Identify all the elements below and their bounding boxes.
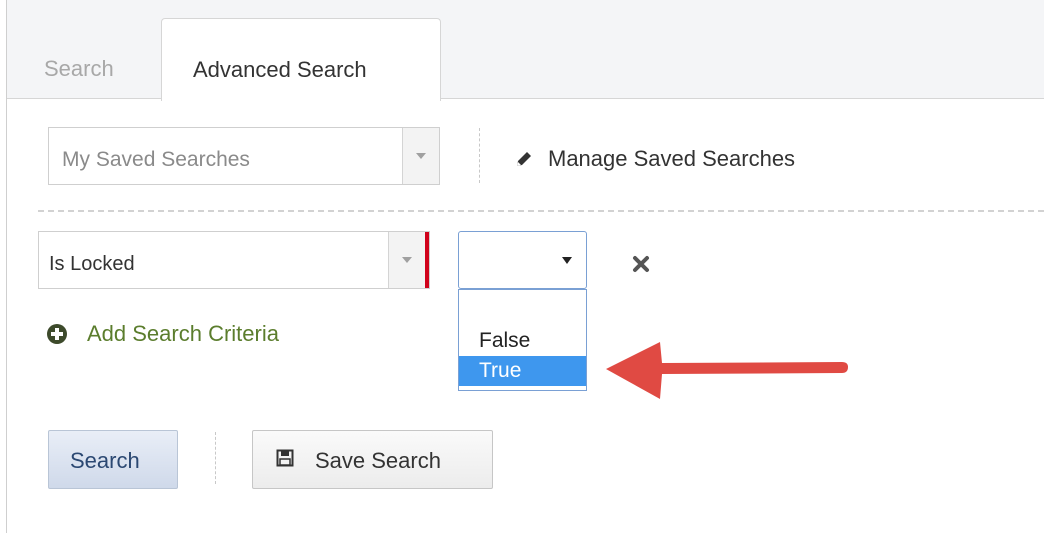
tab-search[interactable]: Search xyxy=(44,58,114,80)
criteria-value-select[interactable] xyxy=(458,231,587,289)
manage-saved-searches-link[interactable]: Manage Saved Searches xyxy=(514,146,795,172)
criteria-field-select[interactable]: Is Locked xyxy=(38,231,430,289)
annotation-arrow-icon xyxy=(606,342,848,399)
divider xyxy=(215,432,216,484)
close-icon[interactable] xyxy=(631,254,651,274)
chevron-down-icon[interactable] xyxy=(388,232,425,288)
save-search-button[interactable]: Save Search xyxy=(252,430,493,489)
chevron-down-icon[interactable] xyxy=(402,128,439,184)
manage-saved-searches-label: Manage Saved Searches xyxy=(548,146,796,171)
saved-searches-placeholder: My Saved Searches xyxy=(62,148,250,171)
divider xyxy=(479,128,480,183)
section-divider xyxy=(38,210,1044,212)
search-button[interactable]: Search xyxy=(48,430,178,489)
add-search-criteria-link[interactable]: Add Search Criteria xyxy=(47,321,279,347)
value-dropdown-list: False True xyxy=(458,289,587,391)
search-button-label: Search xyxy=(70,448,140,473)
saved-searches-select[interactable]: My Saved Searches xyxy=(48,127,440,185)
floppy-disk-icon xyxy=(276,449,294,467)
tab-advanced-search[interactable]: Advanced Search xyxy=(161,18,441,101)
plus-circle-icon xyxy=(47,324,67,344)
dropdown-option-empty[interactable] xyxy=(459,298,586,328)
required-indicator xyxy=(425,232,429,288)
pencil-icon xyxy=(517,152,531,166)
add-search-criteria-label: Add Search Criteria xyxy=(87,321,279,346)
dropdown-option-false[interactable]: False xyxy=(459,326,586,356)
tab-advanced-search-label: Advanced Search xyxy=(193,57,367,82)
criteria-field-value: Is Locked xyxy=(49,253,135,275)
dropdown-option-true[interactable]: True xyxy=(459,356,586,386)
save-search-label: Save Search xyxy=(315,448,441,473)
